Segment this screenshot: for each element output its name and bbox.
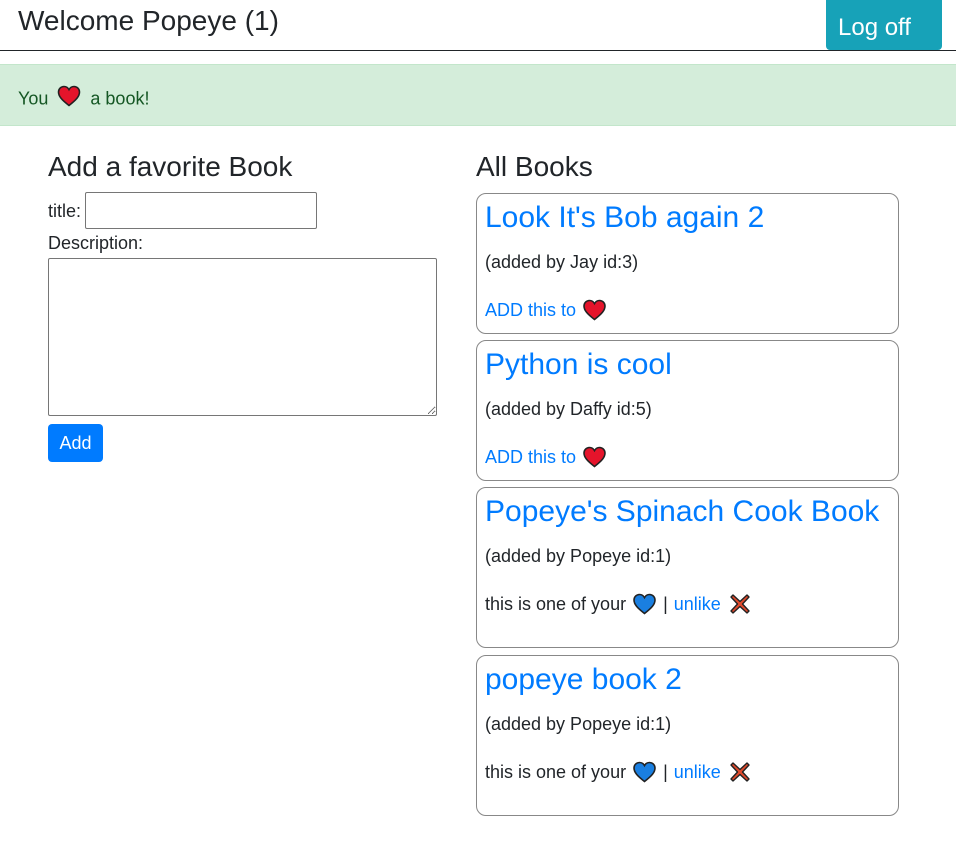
title-input[interactable] xyxy=(85,192,318,229)
description-label: Description: xyxy=(48,233,144,253)
book-added-by: (added by Popeye id:1) xyxy=(485,714,672,734)
blue-heart-icon xyxy=(632,761,657,783)
add-to-favorites-link[interactable]: ADD this to xyxy=(485,297,576,323)
all-books-section: All Books Look It's Bob again 2 (added b… xyxy=(476,150,899,816)
add-book-form: Add a favorite Book title: Description: … xyxy=(48,150,438,462)
red-heart-icon xyxy=(582,299,607,321)
book-card: Popeye's Spinach Cook Book (added by Pop… xyxy=(476,487,899,648)
all-books-heading: All Books xyxy=(476,151,593,182)
cross-mark-icon xyxy=(729,593,751,615)
book-card: Look It's Bob again 2 (added by Jay id:3… xyxy=(476,193,899,334)
separator: | xyxy=(663,762,668,782)
description-textarea[interactable] xyxy=(48,258,437,416)
book-title-link[interactable]: Look It's Bob again 2 xyxy=(485,200,890,236)
book-added-by: (added by Jay id:3) xyxy=(485,252,639,272)
book-card: Python is cool (added by Daffy id:5) ADD… xyxy=(476,340,899,481)
book-added-by: (added by Popeye id:1) xyxy=(485,546,672,566)
unlike-link[interactable]: unlike xyxy=(674,759,721,785)
red-heart-icon xyxy=(57,85,81,112)
success-alert: You a book! xyxy=(0,64,956,126)
add-to-favorites-link[interactable]: ADD this to xyxy=(485,444,576,470)
unlike-link[interactable]: unlike xyxy=(674,591,721,617)
cross-mark-icon xyxy=(729,761,751,783)
book-title-link[interactable]: Python is cool xyxy=(485,347,890,383)
blue-heart-icon xyxy=(632,593,657,615)
add-book-button[interactable]: Add xyxy=(48,424,103,462)
book-card: popeye book 2 (added by Popeye id:1) thi… xyxy=(476,655,899,816)
add-book-heading: Add a favorite Book xyxy=(48,151,293,182)
separator: | xyxy=(663,594,668,614)
red-heart-icon xyxy=(582,446,607,468)
book-added-by: (added by Daffy id:5) xyxy=(485,399,652,419)
alert-prefix: You xyxy=(18,88,49,109)
title-label: title: xyxy=(48,200,82,221)
book-title-link[interactable]: popeye book 2 xyxy=(485,662,890,698)
favorite-status-text: this is one of your xyxy=(485,762,627,782)
welcome-title: Welcome Popeye (1) xyxy=(18,5,279,36)
book-title-link[interactable]: Popeye's Spinach Cook Book xyxy=(485,494,890,530)
favorite-status-text: this is one of your xyxy=(485,594,627,614)
top-header: Welcome Popeye (1) Log off xyxy=(0,0,956,51)
log-off-button[interactable]: Log off xyxy=(826,0,942,50)
alert-suffix: a book! xyxy=(90,88,150,109)
